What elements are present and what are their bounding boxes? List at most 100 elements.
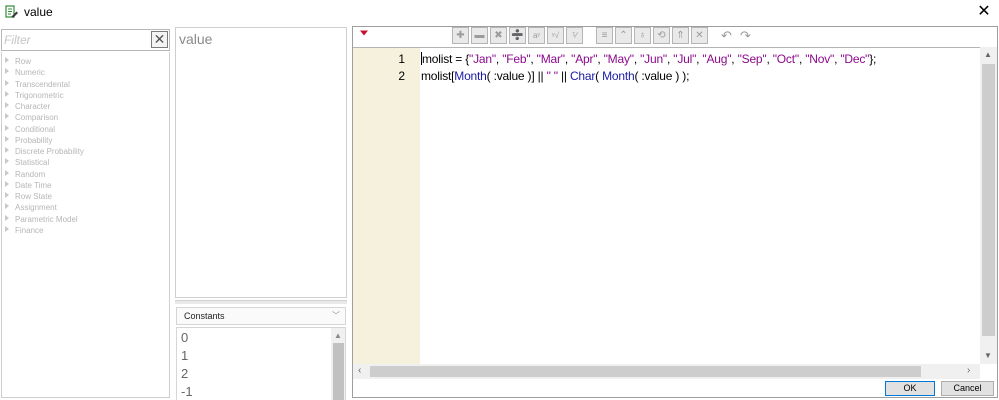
function-category-item[interactable]: Assignment bbox=[5, 202, 57, 213]
expand-arrow-icon bbox=[5, 68, 9, 75]
fraction-button[interactable]: ⅟ bbox=[566, 27, 583, 44]
editor-menu-icon[interactable] bbox=[359, 30, 369, 36]
delete-button[interactable]: ✕ bbox=[691, 27, 708, 44]
divide-button[interactable]: ➗ bbox=[509, 27, 526, 44]
list-button[interactable]: ≡ bbox=[596, 27, 613, 44]
editor-horizontal-scrollbar[interactable]: ‹ › bbox=[353, 364, 980, 379]
function-category-item[interactable]: Parametric Model bbox=[5, 214, 78, 225]
undo-button[interactable]: ↶ bbox=[718, 27, 735, 44]
function-category-item[interactable]: Conditional bbox=[5, 124, 55, 135]
delete-icon: ✕ bbox=[695, 30, 704, 41]
code-area[interactable]: 1 2 molist = {"Jan", "Feb", "Mar", "Apr"… bbox=[353, 47, 980, 365]
scroll-thumb[interactable] bbox=[982, 64, 995, 336]
function-category-label: Transcendental bbox=[15, 79, 70, 89]
function-category-item[interactable]: Comparison bbox=[5, 112, 58, 123]
code-token: ( :value ) ); bbox=[634, 69, 690, 83]
close-icon[interactable]: ✕ bbox=[975, 3, 993, 21]
expand-arrow-icon bbox=[5, 102, 9, 108]
code-token: molist bbox=[422, 52, 453, 66]
minus-button[interactable]: ▬ bbox=[471, 27, 488, 44]
function-category-item[interactable]: Row bbox=[5, 56, 31, 67]
function-category-item[interactable]: Row State bbox=[5, 191, 52, 202]
up-button[interactable]: ⌃ bbox=[615, 27, 632, 44]
editor-vertical-scrollbar[interactable]: ▲ ▼ bbox=[980, 47, 997, 364]
expand-arrow-icon bbox=[5, 192, 9, 198]
constants-dropdown[interactable]: Constants ﹀ bbox=[176, 307, 346, 325]
redo-icon: ↷ bbox=[740, 28, 751, 43]
plus-button[interactable]: ✚ bbox=[452, 27, 469, 44]
function-category-item[interactable]: Discrete Probability bbox=[5, 146, 84, 157]
code-keyword: Month bbox=[602, 69, 635, 83]
multiply-icon: ✖ bbox=[494, 30, 503, 41]
function-category-item[interactable]: Finance bbox=[5, 225, 43, 236]
expand-arrow-icon bbox=[5, 169, 9, 176]
function-category-label: Numeric bbox=[15, 68, 45, 78]
redo-button[interactable]: ↷ bbox=[737, 27, 754, 44]
ok-button[interactable]: OK bbox=[885, 381, 935, 396]
code-line-2[interactable]: molist[Month( :value )] || " " || Char( … bbox=[421, 69, 689, 83]
expand-arrow-icon bbox=[5, 203, 9, 210]
function-category-item[interactable]: Trigonometric bbox=[5, 90, 64, 101]
expand-arrow-icon bbox=[5, 180, 9, 187]
expand-arrow-icon bbox=[5, 147, 9, 153]
formula-editor-icon bbox=[5, 5, 18, 18]
month-strings: "Jan", "Feb", "Mar", "Apr", "May", "Jun"… bbox=[469, 52, 869, 66]
constant-item[interactable]: 2 bbox=[181, 366, 188, 381]
panel-splitter[interactable] bbox=[175, 300, 347, 304]
code-string: "Jan" bbox=[469, 52, 496, 66]
multiply-button[interactable]: ✖ bbox=[490, 27, 507, 44]
fraction-icon: ⅟ bbox=[572, 31, 577, 40]
scroll-up-icon[interactable]: ▲ bbox=[984, 50, 992, 59]
filter-box: ✕ bbox=[1, 29, 170, 51]
code-string: "Nov" bbox=[805, 52, 835, 66]
scroll-right-icon[interactable]: › bbox=[967, 365, 970, 376]
constant-item[interactable]: 1 bbox=[181, 348, 188, 363]
constants-list: 0 1 2 -1 ▲ bbox=[176, 327, 346, 400]
code-token: || bbox=[557, 69, 570, 83]
clear-filter-button[interactable]: ✕ bbox=[151, 31, 168, 48]
function-category-label: Assignment bbox=[15, 203, 57, 213]
function-category-item[interactable]: Character bbox=[5, 101, 50, 112]
cancel-button[interactable]: Cancel bbox=[941, 381, 994, 396]
constant-item[interactable]: 0 bbox=[181, 330, 188, 345]
function-category-item[interactable]: Numeric bbox=[5, 67, 45, 78]
scroll-up-icon[interactable]: ▲ bbox=[334, 331, 342, 340]
code-line-1[interactable]: molist = {"Jan", "Feb", "Mar", "Apr", "M… bbox=[421, 52, 876, 66]
expand-arrow-icon bbox=[5, 158, 9, 165]
code-token: = { bbox=[452, 52, 470, 66]
scroll-thumb[interactable] bbox=[333, 343, 344, 400]
peel-button[interactable]: ⇑ bbox=[672, 27, 689, 44]
function-category-label: Parametric Model bbox=[15, 214, 78, 224]
undo-icon: ↶ bbox=[721, 28, 732, 43]
constants-scrollbar[interactable]: ▲ bbox=[331, 328, 345, 400]
function-category-item[interactable]: Random bbox=[5, 169, 45, 180]
expand-arrow-icon bbox=[5, 90, 9, 97]
column-list: value bbox=[175, 27, 347, 298]
line-number-gutter: 1 2 bbox=[353, 48, 420, 365]
scroll-thumb[interactable] bbox=[370, 366, 921, 377]
constants-dropdown-label: Constants bbox=[184, 311, 225, 321]
scroll-left-icon[interactable]: ‹ bbox=[358, 365, 361, 376]
scroll-down-icon[interactable]: ▼ bbox=[984, 351, 992, 360]
function-category-list: Row Numeric Transcendental Trigonometric Cha… bbox=[1, 52, 170, 398]
swap-button[interactable]: ⟲ bbox=[653, 27, 670, 44]
function-category-item[interactable]: Probability bbox=[5, 135, 52, 146]
function-category-label: Random bbox=[15, 169, 46, 179]
power-button[interactable]: aʸ bbox=[528, 27, 545, 44]
filter-input[interactable] bbox=[4, 31, 149, 49]
function-category-item[interactable]: Date Time bbox=[5, 180, 51, 191]
function-category-item[interactable]: Statistical bbox=[5, 157, 49, 168]
plus-icon: ✚ bbox=[456, 30, 465, 41]
power-icon: aʸ bbox=[532, 31, 540, 40]
code-token: }; bbox=[869, 52, 877, 66]
function-category-label: Probability bbox=[15, 135, 53, 145]
function-category-item[interactable]: Transcendental bbox=[5, 79, 70, 90]
local-button[interactable]: ♁ bbox=[634, 27, 651, 44]
line-number: 1 bbox=[398, 52, 405, 66]
window-title: value bbox=[24, 5, 53, 19]
constant-item[interactable]: -1 bbox=[181, 384, 193, 399]
root-button[interactable]: ʸ√ bbox=[547, 27, 564, 44]
column-item-value[interactable]: value bbox=[179, 31, 212, 47]
code-string: "May" bbox=[603, 52, 634, 66]
expand-arrow-icon bbox=[5, 214, 9, 221]
